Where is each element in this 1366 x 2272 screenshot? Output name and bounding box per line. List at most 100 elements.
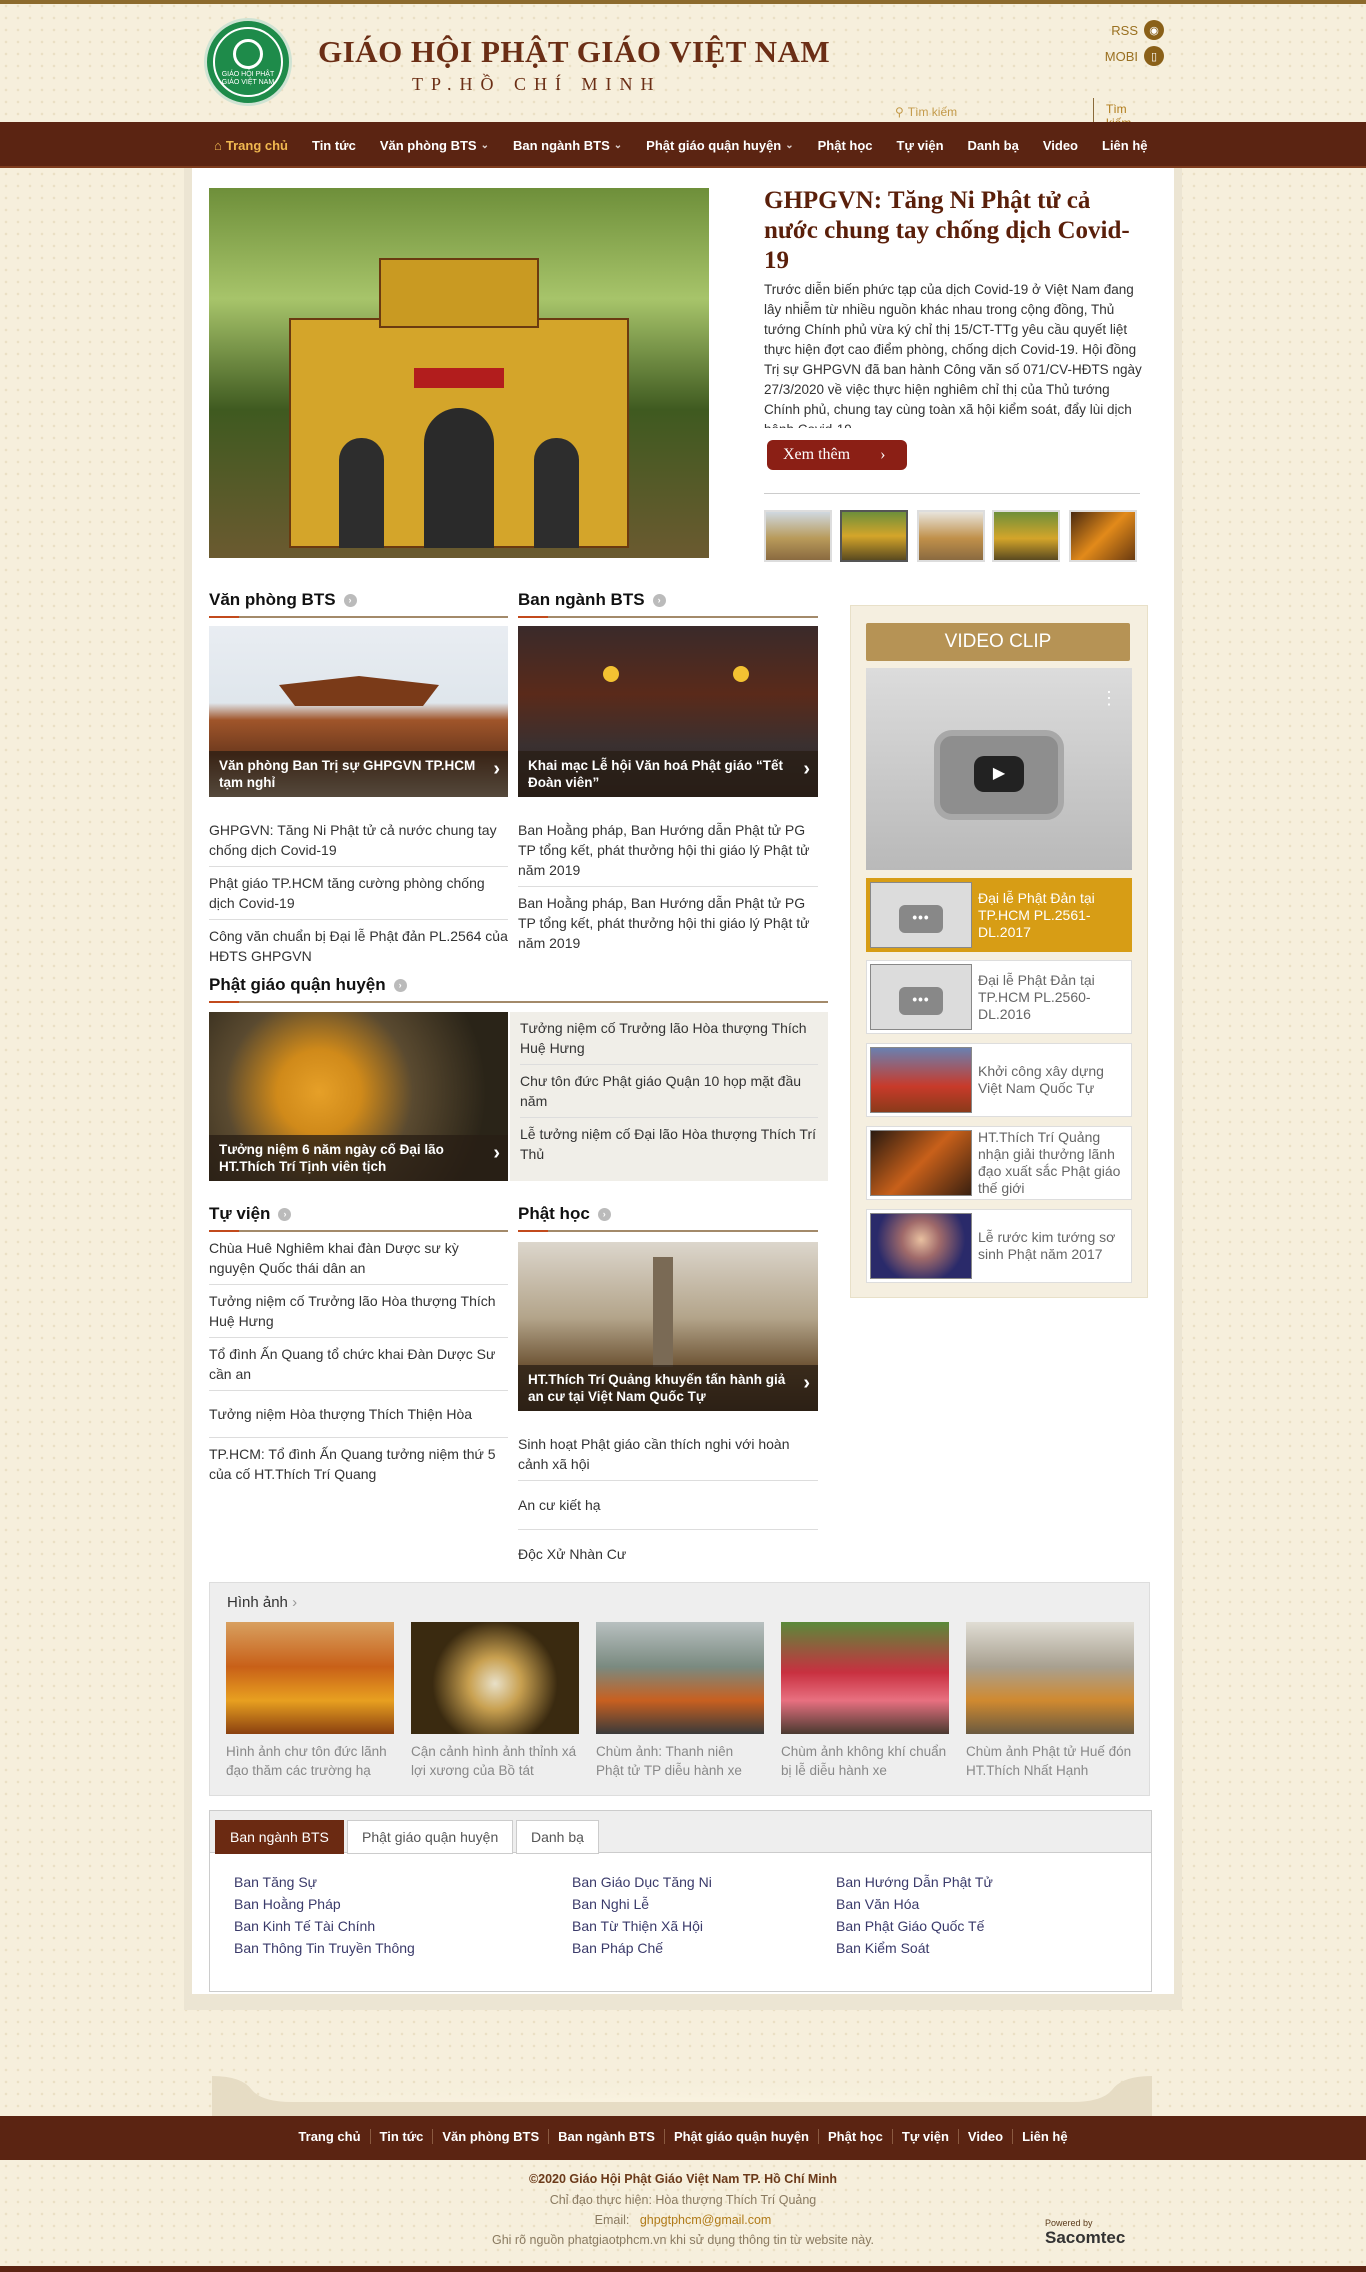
search-input[interactable]: ⚲ Tìm kiếm: [895, 102, 1091, 122]
site-title[interactable]: GIÁO HỘI PHẬT GIÁO VIỆT NAM: [318, 34, 830, 70]
nav-districts[interactable]: Phật giáo quận huyện ⌄: [634, 138, 805, 153]
play-icon[interactable]: ▶: [974, 756, 1024, 792]
studies-feature[interactable]: HT.Thích Trí Quảng khuyến tấn hành giả a…: [518, 1242, 818, 1411]
tab-departments[interactable]: Ban ngành BTS: [215, 1820, 344, 1854]
temples-list: Chùa Huê Nghiêm khai đàn Dược sư kỳ nguy…: [209, 1232, 508, 1490]
footer-link[interactable]: Tin tức: [369, 2129, 433, 2144]
list-item[interactable]: Lễ tưởng niệm cố Đại lão Hòa thượng Thíc…: [520, 1118, 818, 1170]
hero-title[interactable]: GHPGVN: Tăng Ni Phật tử cả nước chung ta…: [764, 186, 1144, 276]
department-link[interactable]: Ban Nghi Lễ: [572, 1893, 712, 1915]
list-item[interactable]: GHPGVN: Tăng Ni Phật tử cả nước chung ta…: [209, 814, 508, 867]
gallery-item[interactable]: Chùm ảnh Phật tử Huế đón HT.Thích Nhất H…: [966, 1622, 1134, 1780]
slider-thumb[interactable]: [1069, 510, 1137, 562]
list-item[interactable]: Chùa Huê Nghiêm khai đàn Dược sư kỳ nguy…: [209, 1232, 508, 1285]
site-logo[interactable]: GIÁO HỘI PHẬT GIÁO VIỆT NAM: [204, 18, 292, 106]
department-link[interactable]: Ban Tăng Sự: [234, 1871, 415, 1893]
video-item[interactable]: Khởi công xây dựng Việt Nam Quốc Tự: [866, 1043, 1132, 1117]
circle-arrow-icon: ›: [278, 1207, 292, 1221]
department-link[interactable]: Ban Kinh Tế Tài Chính: [234, 1915, 415, 1937]
read-more-button[interactable]: Xem thêm ›: [767, 440, 907, 470]
video-item[interactable]: ••• Đại lễ Phật Đản tại TP.HCM PL.2560-DL…: [866, 960, 1132, 1034]
nav-office[interactable]: Văn phòng BTS ⌄: [368, 138, 501, 153]
footer-link[interactable]: Ban ngành BTS: [548, 2129, 664, 2144]
list-item[interactable]: Tưởng niệm Hòa thượng Thích Thiện Hòa: [209, 1391, 508, 1438]
office-feature[interactable]: Văn phòng Ban Trị sự GHPGVN TP.HCM tạm n…: [209, 626, 508, 797]
tab-directory[interactable]: Danh bạ: [516, 1820, 599, 1854]
nav-home[interactable]: ⌂ Trang chủ: [202, 138, 300, 153]
gallery-item[interactable]: Chùm ảnh không khí chuẩn bị lễ diễu hành…: [781, 1622, 949, 1780]
video-item[interactable]: HT.Thích Trí Quảng nhận giải thưởng lãnh…: [866, 1126, 1132, 1200]
list-item[interactable]: Tưởng niệm cố Trưởng lão Hòa thượng Thíc…: [209, 1285, 508, 1338]
nav-video[interactable]: Video: [1031, 138, 1090, 153]
video-item[interactable]: Lễ rước kim tướng sơ sinh Phật năm 2017: [866, 1209, 1132, 1283]
mobi-link[interactable]: MOBI ▯: [1105, 46, 1164, 66]
email-link[interactable]: ghpgtphcm@gmail.com: [640, 2213, 772, 2227]
gallery-item[interactable]: Hình ảnh chư tôn đức lãnh đạo thăm các t…: [226, 1622, 394, 1780]
chevron-down-icon: ⌄: [785, 139, 794, 151]
department-link[interactable]: Ban Hướng Dẫn Phật Tử: [836, 1871, 993, 1893]
nav-directory[interactable]: Danh bạ: [956, 138, 1031, 153]
feature-caption: Tưởng niệm 6 năm ngày cố Đại lão HT.Thíc…: [209, 1135, 508, 1181]
nav-contact[interactable]: Liên hệ: [1090, 138, 1160, 153]
section-districts-heading[interactable]: Phật giáo quận huyện ›: [209, 975, 828, 1003]
list-item[interactable]: An cư kiết hạ: [518, 1481, 818, 1530]
section-office-heading[interactable]: Văn phòng BTS ›: [209, 590, 508, 618]
powered-by-logo[interactable]: Powered by Sacomtec: [1045, 2218, 1125, 2248]
nav-departments[interactable]: Ban ngành BTS ⌄: [501, 138, 634, 153]
powered-brand: Sacomtec: [1045, 2228, 1126, 2247]
nav-label: Danh bạ: [967, 137, 1019, 153]
gallery-item[interactable]: Chùm ảnh: Thanh niên Phật tử TP diễu hàn…: [596, 1622, 764, 1780]
footer-link[interactable]: Liên hệ: [1012, 2129, 1077, 2144]
list-item[interactable]: Ban Hoằng pháp, Ban Hướng dẫn Phật tử PG…: [518, 887, 818, 959]
department-link[interactable]: Ban Hoằng Pháp: [234, 1893, 415, 1915]
list-item[interactable]: Độc Xử Nhàn Cư: [518, 1530, 818, 1578]
footer-link[interactable]: Tự viện: [891, 2129, 958, 2144]
list-item[interactable]: Chư tôn đức Phật giáo Quận 10 họp mặt đầ…: [520, 1065, 818, 1118]
section-departments-heading[interactable]: Ban ngành BTS ›: [518, 590, 818, 618]
list-item[interactable]: Tưởng niệm cố Trưởng lão Hòa thượng Thíc…: [520, 1012, 818, 1065]
department-link[interactable]: Ban Pháp Chế: [572, 1937, 712, 1959]
footer-link[interactable]: Video: [957, 2129, 1012, 2144]
footer-link[interactable]: Văn phòng BTS: [432, 2129, 548, 2144]
districts-feature[interactable]: Tưởng niệm 6 năm ngày cố Đại lão HT.Thíc…: [209, 1012, 508, 1181]
hero-image[interactable]: [209, 188, 709, 558]
slider-thumb[interactable]: [764, 510, 832, 562]
site-subtitle: TP.HỒ CHÍ MINH: [412, 74, 662, 94]
slider-thumb[interactable]: [840, 510, 908, 562]
more-vertical-icon[interactable]: ⋮: [1100, 688, 1118, 709]
list-item[interactable]: Công văn chuẩn bị Đại lễ Phật đản PL.256…: [209, 920, 508, 972]
department-link[interactable]: Ban Thông Tin Truyền Thông: [234, 1937, 415, 1959]
video-item[interactable]: ••• Đại lễ Phật Đản tại TP.HCM PL.2561-DL…: [866, 878, 1132, 952]
video-thumb: [870, 1130, 972, 1196]
footer-link[interactable]: Phật giáo quận huyện: [663, 2129, 818, 2144]
nav-label: Ban ngành BTS: [513, 137, 610, 153]
slider-thumb[interactable]: [917, 510, 985, 562]
section-temples-heading[interactable]: Tự viện ›: [209, 1204, 508, 1232]
nav-buddhist-studies[interactable]: Phật học: [806, 138, 885, 153]
nav-news[interactable]: Tin tức: [300, 138, 368, 153]
department-link[interactable]: Ban Giáo Dục Tăng Ni: [572, 1871, 712, 1893]
footer-note: Ghi rõ nguồn phatgiaotphcm.vn khi sử dụn…: [491, 2233, 874, 2247]
department-link[interactable]: Ban Văn Hóa: [836, 1893, 993, 1915]
footer-link[interactable]: Phật học: [818, 2129, 892, 2144]
gallery-item[interactable]: Cận cảnh hình ảnh thỉnh xá lợi xương của…: [411, 1622, 579, 1780]
video-title: Đại lễ Phật Đản tại TP.HCM PL.2561-DL.20…: [978, 889, 1095, 940]
video-player[interactable]: ▶ ⋮: [866, 668, 1132, 870]
section-studies-heading[interactable]: Phật học ›: [518, 1204, 818, 1232]
tab-districts[interactable]: Phật giáo quận huyện: [347, 1820, 514, 1854]
department-link[interactable]: Ban Phật Giáo Quốc Tế: [836, 1915, 993, 1937]
search-button[interactable]: Tìm kiếm: [1093, 98, 1153, 130]
slider-thumb[interactable]: [992, 510, 1060, 562]
gallery-heading[interactable]: Hình ảnh ›: [227, 1594, 297, 1611]
list-item[interactable]: TP.HCM: Tổ đình Ấn Quang tưởng niệm thứ …: [209, 1438, 508, 1490]
list-item[interactable]: Tổ đình Ấn Quang tổ chức khai Đàn Dược S…: [209, 1338, 508, 1391]
list-item[interactable]: Sinh hoạt Phật giáo cần thích nghi với h…: [518, 1428, 818, 1481]
list-item[interactable]: Ban Hoằng pháp, Ban Hướng dẫn Phật tử PG…: [518, 814, 818, 887]
footer-link[interactable]: Trang chủ: [289, 2129, 369, 2144]
department-link[interactable]: Ban Kiểm Soát: [836, 1937, 993, 1959]
departments-feature[interactable]: Khai mạc Lễ hội Văn hoá Phật giáo “Tết Đ…: [518, 626, 818, 797]
list-item[interactable]: Phật giáo TP.HCM tăng cường phòng chống …: [209, 867, 508, 920]
department-link[interactable]: Ban Từ Thiện Xã Hội: [572, 1915, 712, 1937]
nav-temples[interactable]: Tự viện: [885, 138, 956, 153]
rss-link[interactable]: RSS ◉: [1111, 20, 1164, 40]
